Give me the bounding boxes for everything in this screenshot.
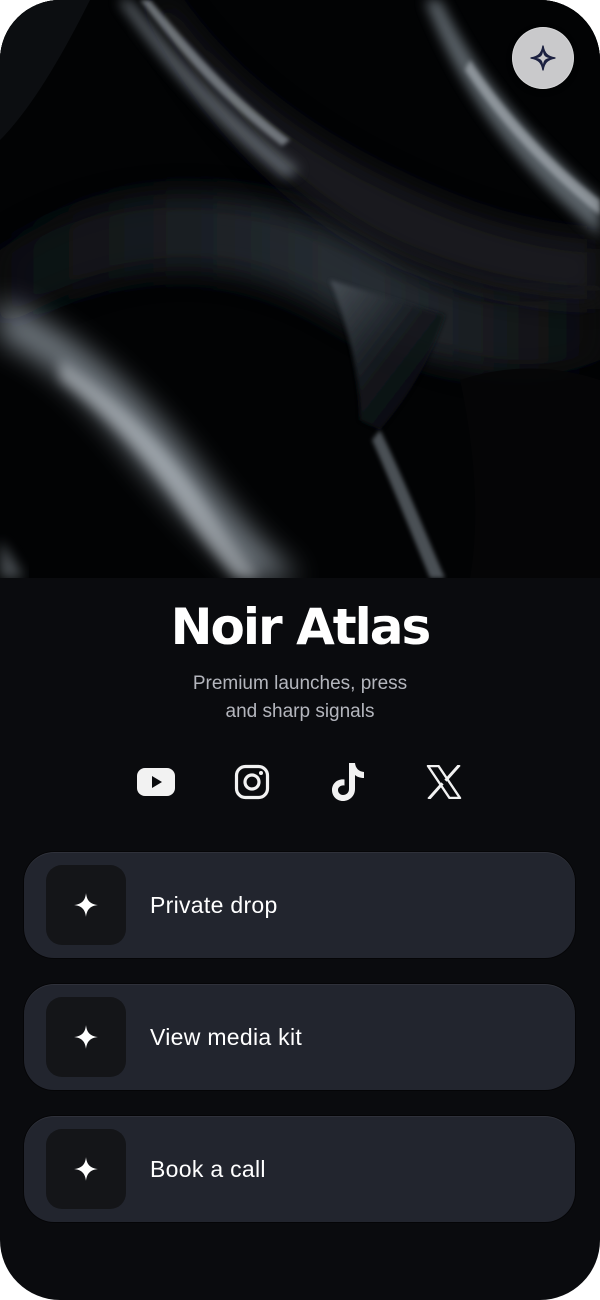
hero-image	[0, 0, 600, 578]
sparkle-icon	[74, 1157, 98, 1181]
x-link[interactable]	[420, 758, 468, 806]
instagram-link[interactable]	[228, 758, 276, 806]
sparkle-icon	[530, 45, 556, 71]
youtube-link[interactable]	[132, 758, 180, 806]
tiktok-link[interactable]	[324, 758, 372, 806]
youtube-icon	[137, 768, 175, 796]
link-label: View media kit	[150, 1024, 303, 1050]
profile-name: Noir Atlas	[170, 598, 432, 656]
profile-description-line-1: Premium launches, press	[192, 673, 408, 694]
link-label: Book a call	[150, 1156, 266, 1182]
link-icon-box	[46, 997, 126, 1077]
x-icon	[426, 765, 462, 799]
link-icon-box	[46, 865, 126, 945]
sparkle-icon	[74, 893, 98, 917]
sparkle-icon	[74, 1025, 98, 1049]
sparkle-button[interactable]	[512, 27, 574, 89]
link-label: Private drop	[150, 892, 278, 918]
link-icon-box	[46, 1129, 126, 1209]
link-private-drop[interactable]: Private drop	[24, 852, 575, 958]
profile-page: Noir Atlas Premium launches, press and s…	[0, 0, 600, 1300]
profile-description: Premium launches, press and sharp signal…	[150, 670, 450, 726]
link-view-media-kit[interactable]: View media kit	[24, 984, 575, 1090]
instagram-icon	[234, 764, 270, 800]
tiktok-icon	[332, 763, 364, 801]
social-links	[0, 758, 600, 806]
profile-description-line-2: and sharp signals	[225, 701, 375, 722]
link-book-a-call[interactable]: Book a call	[24, 1116, 575, 1222]
